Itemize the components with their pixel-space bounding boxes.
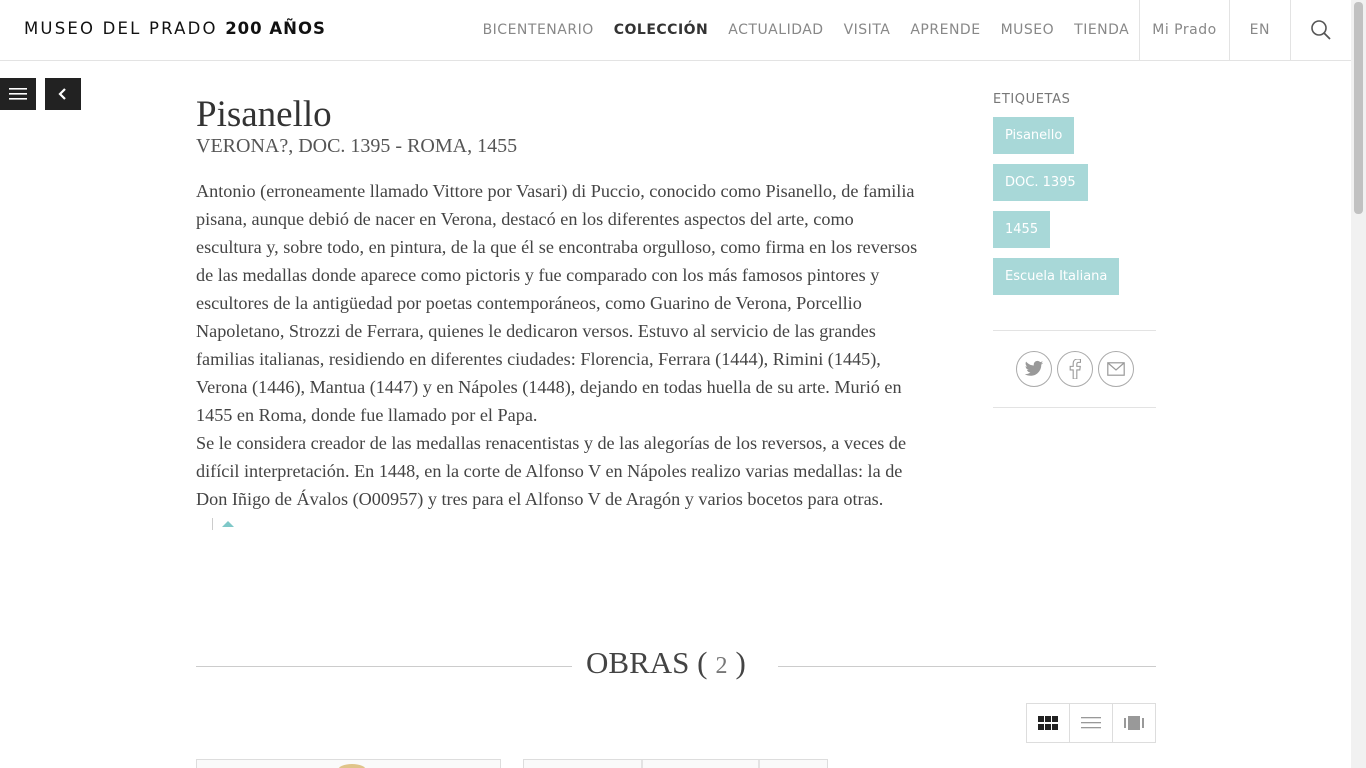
artist-name: Pisanello [196, 94, 332, 135]
artist-main: Pisanello VERONA?, DOC. 1395 - ROMA, 145… [196, 93, 921, 531]
logo-bold: 200 AÑOS [225, 19, 326, 38]
bio-paragraph-1: Antonio (erroneamente llamado Vittore po… [196, 181, 918, 425]
nav-bicentenario[interactable]: BICENTENARIO [473, 0, 604, 60]
list-view-button[interactable] [1070, 704, 1113, 742]
collapse-divider [212, 518, 213, 530]
works-title: OBRAS [586, 645, 690, 680]
site-header: MUSEO DEL PRADO 200 AÑOS BICENTENARIO CO… [0, 0, 1351, 61]
artist-dates: VERONA?, DOC. 1395 - ROMA, 1455 [196, 135, 518, 157]
facebook-share-button[interactable] [1056, 351, 1093, 387]
works-close-paren: ) [735, 645, 746, 680]
search-button[interactable] [1290, 0, 1351, 60]
twitter-share-button[interactable] [1015, 351, 1052, 387]
back-button[interactable] [45, 78, 81, 110]
email-share-button[interactable] [1097, 351, 1134, 387]
hamburger-icon [9, 88, 27, 100]
email-icon [1106, 362, 1125, 376]
artwork-thumbnail [338, 764, 366, 768]
works-count: 2 [715, 653, 728, 679]
works-divider-left [196, 666, 572, 667]
logo-text: MUSEO DEL PRADO [24, 19, 218, 38]
nav-actualidad[interactable]: ACTUALIDAD [718, 0, 833, 60]
tags-title: ETIQUETAS [993, 92, 1071, 107]
slide-view-button[interactable] [1113, 704, 1155, 742]
works-section-header: OBRAS (2) [196, 645, 1156, 687]
twitter-icon [1024, 360, 1043, 376]
menu-button[interactable] [0, 78, 36, 110]
slide-view-icon [1124, 716, 1144, 730]
nav-visita[interactable]: VISITA [834, 0, 901, 60]
works-divider-right [778, 666, 1156, 667]
language-switch[interactable]: EN [1228, 0, 1290, 60]
tags-panel: ETIQUETAS Pisanello DOC. 1395 1455 Escue… [993, 92, 1156, 295]
share-bar [993, 330, 1156, 408]
collapse-up-icon[interactable] [222, 521, 234, 527]
nav-tienda[interactable]: TIENDA [1064, 0, 1139, 60]
work-card[interactable] [523, 759, 828, 768]
artwork-thumbnail [641, 760, 760, 768]
nav-coleccion[interactable]: COLECCIÓN [604, 0, 719, 60]
bio-collapse [212, 517, 921, 531]
work-card[interactable] [196, 759, 501, 768]
nav-museo[interactable]: MUSEO [991, 0, 1065, 60]
scrollbar-thumb[interactable] [1354, 2, 1363, 214]
view-switcher [1026, 703, 1156, 743]
nav-aprende[interactable]: APRENDE [900, 0, 990, 60]
tag-1455[interactable]: 1455 [993, 211, 1051, 248]
artist-bio: Antonio (erroneamente llamado Vittore po… [196, 177, 921, 513]
site-logo[interactable]: MUSEO DEL PRADO 200 AÑOS [24, 19, 326, 38]
works-open-paren: ( [697, 645, 708, 680]
grid-view-icon [1038, 716, 1058, 730]
grid-view-button[interactable] [1027, 704, 1070, 742]
nav-mi-prado[interactable]: Mi Prado [1139, 0, 1228, 60]
main-nav: BICENTENARIO COLECCIÓN ACTUALIDAD VISITA… [473, 0, 1351, 60]
chevron-left-icon [58, 88, 66, 100]
facebook-icon [1069, 359, 1081, 379]
tag-escuela-italiana[interactable]: Escuela Italiana [993, 258, 1120, 295]
list-view-icon [1081, 717, 1101, 729]
tag-doc-1395[interactable]: DOC. 1395 [993, 164, 1088, 201]
tag-pisanello[interactable]: Pisanello [993, 117, 1075, 154]
works-heading: OBRAS (2) [586, 645, 746, 681]
page-scrollbar[interactable] [1351, 0, 1366, 768]
search-icon [1311, 20, 1331, 40]
bio-paragraph-2: Se le considera creador de las medallas … [196, 433, 907, 509]
